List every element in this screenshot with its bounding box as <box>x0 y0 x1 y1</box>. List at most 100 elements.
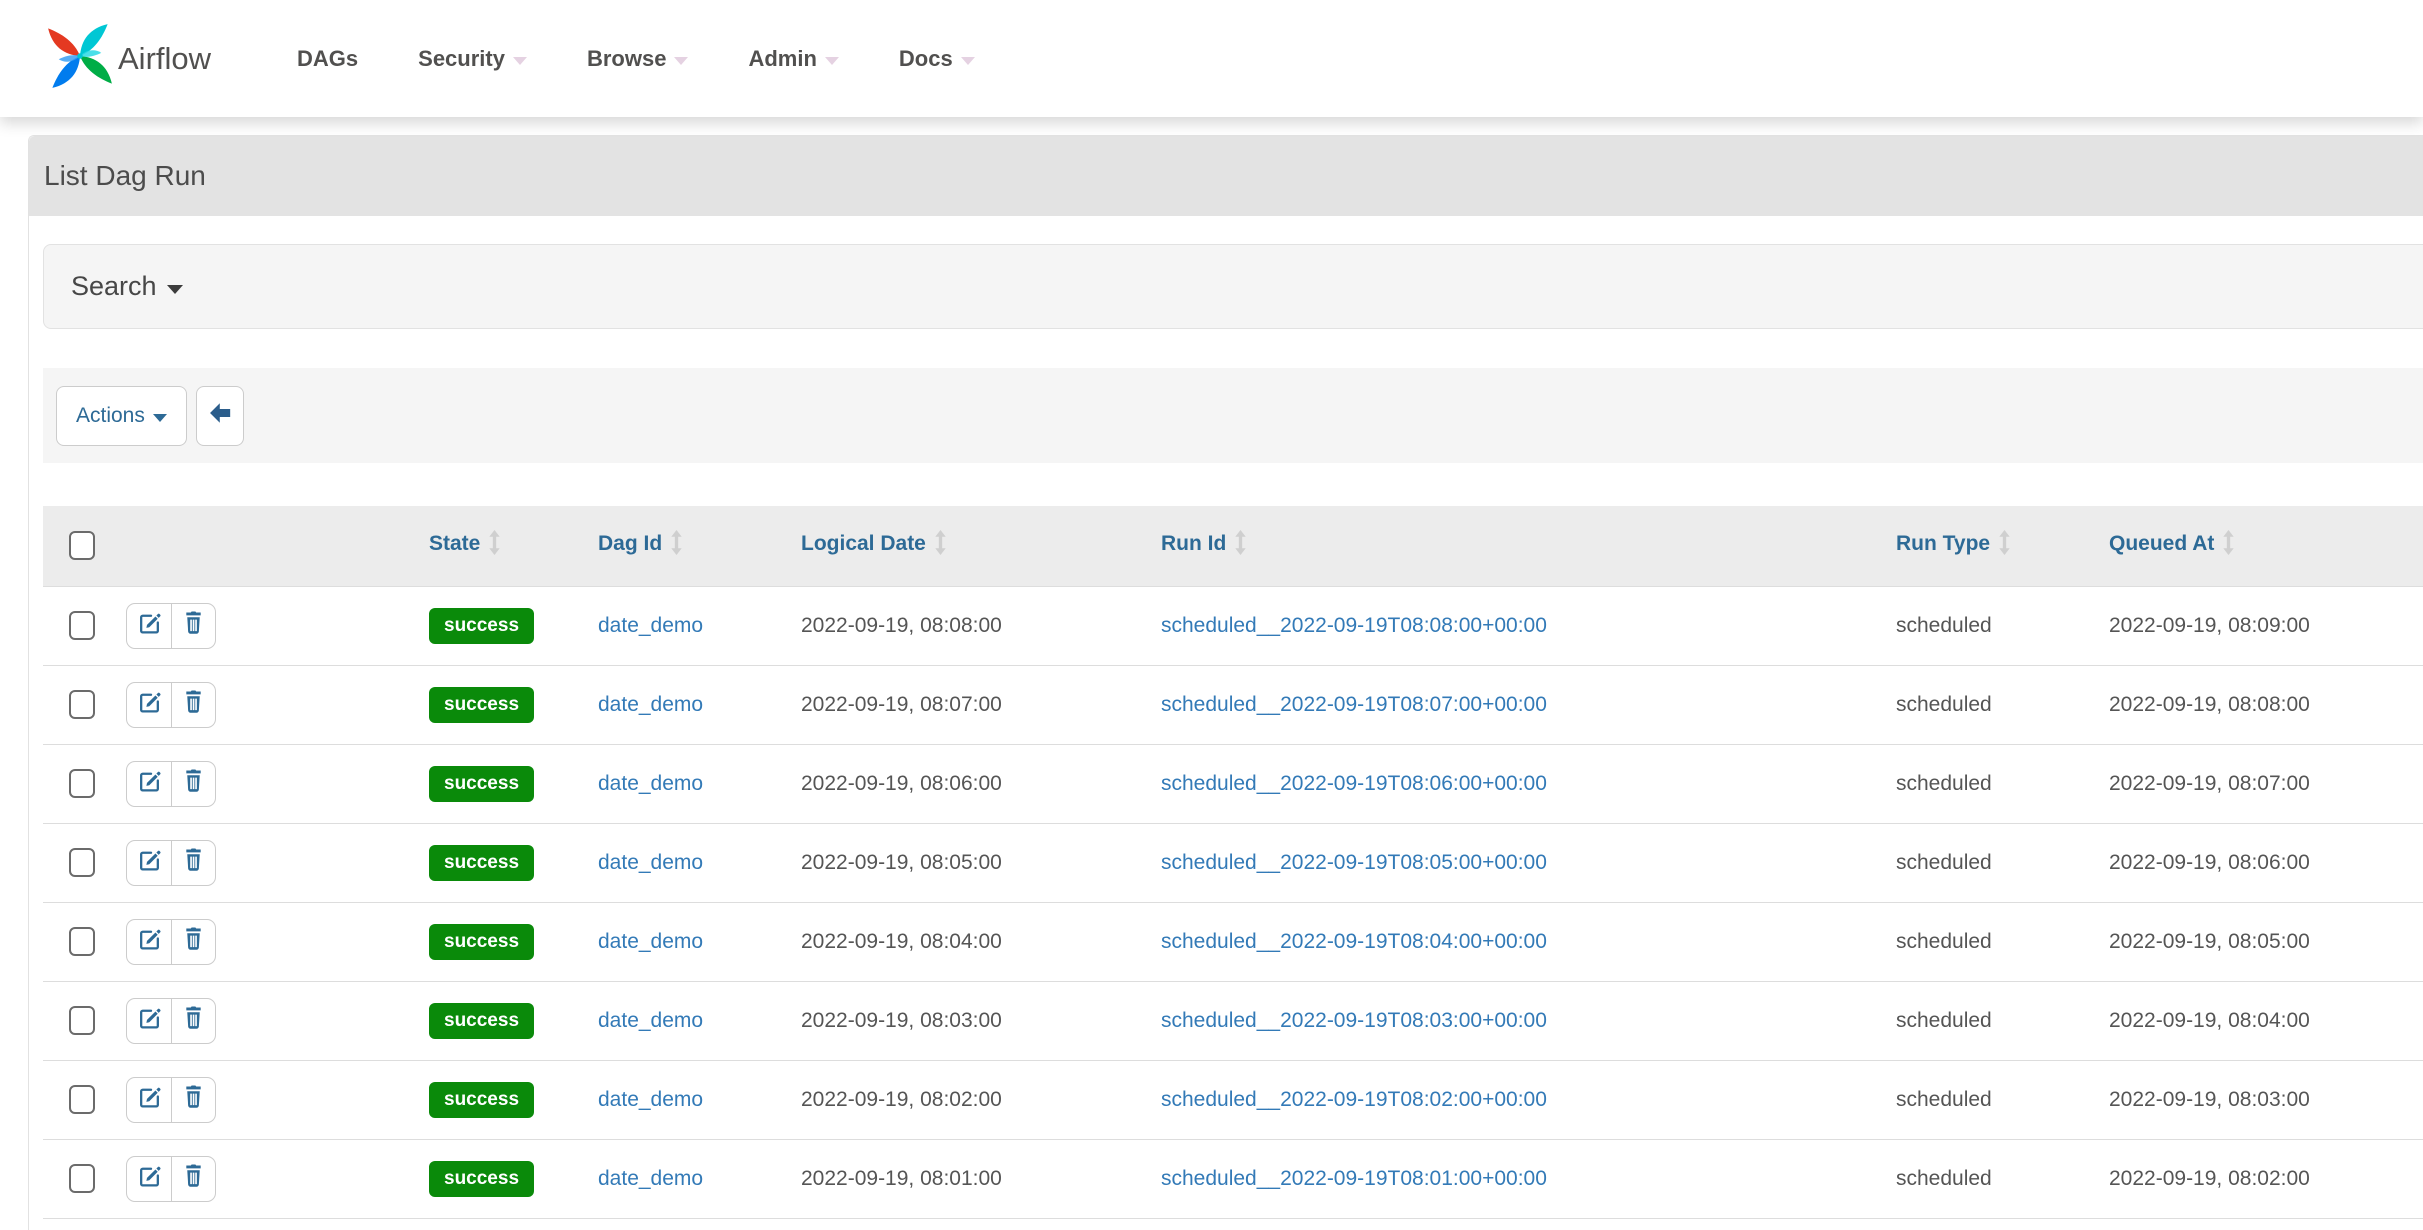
dag-id-link[interactable]: date_demo <box>598 693 703 716</box>
edit-button[interactable] <box>127 999 171 1043</box>
nav-item-security[interactable]: Security <box>388 0 557 117</box>
dag-id-link[interactable]: date_demo <box>598 772 703 795</box>
actions-bar: Actions <box>43 368 2423 463</box>
caret-down-icon <box>674 57 688 65</box>
delete-button[interactable] <box>171 920 215 964</box>
logical-date-value: 2022-09-19, 08:02:00 <box>801 1088 1002 1111</box>
delete-button[interactable] <box>171 762 215 806</box>
delete-button[interactable] <box>171 683 215 727</box>
run-id-link[interactable]: scheduled__2022-09-19T08:04:00+00:00 <box>1161 930 1547 953</box>
edit-button[interactable] <box>127 841 171 885</box>
delete-button[interactable] <box>171 999 215 1043</box>
logical-date-value: 2022-09-19, 08:04:00 <box>801 930 1002 953</box>
row-checkbox[interactable] <box>69 611 95 640</box>
nav-item-label: Security <box>418 46 505 72</box>
run-type-value: scheduled <box>1896 851 1992 874</box>
row-checkbox[interactable] <box>69 690 95 719</box>
brand-title[interactable]: Airflow <box>118 41 211 77</box>
edit-button[interactable] <box>127 604 171 648</box>
table-header-row: State Dag Id Logical Date Run Id Run Typ… <box>43 506 2423 586</box>
nav-item-browse[interactable]: Browse <box>557 0 718 117</box>
column-header-logical-date: Logical Date <box>801 506 1161 586</box>
state-badge: success <box>429 1161 534 1197</box>
sort-arrows-icon[interactable] <box>934 537 947 560</box>
dag-id-link[interactable]: date_demo <box>598 614 703 637</box>
state-badge: success <box>429 608 534 644</box>
trash-icon <box>182 1084 205 1115</box>
queued-at-value: 2022-09-19, 08:08:00 <box>2109 693 2310 716</box>
edit-button[interactable] <box>127 762 171 806</box>
state-badge: success <box>429 924 534 960</box>
arrow-left-icon <box>207 400 233 432</box>
row-checkbox[interactable] <box>69 1085 95 1114</box>
row-checkbox[interactable] <box>69 769 95 798</box>
run-type-value: scheduled <box>1896 1088 1992 1111</box>
actions-button[interactable]: Actions <box>56 386 187 446</box>
row-checkbox[interactable] <box>69 848 95 877</box>
row-checkbox[interactable] <box>69 927 95 956</box>
state-badge: success <box>429 1082 534 1118</box>
nav-item-dags[interactable]: DAGs <box>267 0 388 117</box>
sort-arrows-icon[interactable] <box>1234 537 1247 560</box>
trash-icon <box>182 768 205 799</box>
column-header-state: State <box>429 506 598 586</box>
panel-body: Search Actions <box>29 216 2423 1219</box>
actions-button-label: Actions <box>76 404 145 428</box>
run-id-link[interactable]: scheduled__2022-09-19T08:03:00+00:00 <box>1161 1009 1547 1032</box>
search-dropdown[interactable]: Search <box>43 244 2423 329</box>
dag-id-link[interactable]: date_demo <box>598 1088 703 1111</box>
dag-id-link[interactable]: date_demo <box>598 851 703 874</box>
caret-down-icon <box>153 414 167 422</box>
run-id-link[interactable]: scheduled__2022-09-19T08:06:00+00:00 <box>1161 772 1547 795</box>
logical-date-value: 2022-09-19, 08:07:00 <box>801 693 1002 716</box>
run-id-link[interactable]: scheduled__2022-09-19T08:07:00+00:00 <box>1161 693 1547 716</box>
back-button[interactable] <box>196 386 244 446</box>
delete-button[interactable] <box>171 1078 215 1122</box>
run-id-link[interactable]: scheduled__2022-09-19T08:05:00+00:00 <box>1161 851 1547 874</box>
run-id-link[interactable]: scheduled__2022-09-19T08:01:00+00:00 <box>1161 1167 1547 1190</box>
sort-arrows-icon[interactable] <box>1998 537 2011 560</box>
nav-menu: DAGs Security Browse Admin Docs <box>267 0 1005 117</box>
column-header-run-id: Run Id <box>1161 506 1896 586</box>
column-header-label[interactable]: Dag Id <box>598 532 662 555</box>
delete-button[interactable] <box>171 604 215 648</box>
column-header-label[interactable]: Run Type <box>1896 532 1990 555</box>
nav-item-docs[interactable]: Docs <box>869 0 1005 117</box>
run-id-link[interactable]: scheduled__2022-09-19T08:08:00+00:00 <box>1161 614 1547 637</box>
edit-button[interactable] <box>127 1157 171 1201</box>
edit-icon <box>137 1005 162 1036</box>
row-actions-group <box>126 682 216 728</box>
edit-button[interactable] <box>127 920 171 964</box>
column-header-label[interactable]: Run Id <box>1161 532 1226 555</box>
queued-at-value: 2022-09-19, 08:05:00 <box>2109 930 2310 953</box>
run-type-value: scheduled <box>1896 772 1992 795</box>
search-label: Search <box>71 271 157 302</box>
run-type-value: scheduled <box>1896 1009 1992 1032</box>
sort-arrows-icon[interactable] <box>670 537 683 560</box>
sort-arrows-icon[interactable] <box>2222 537 2235 560</box>
select-all-checkbox[interactable] <box>69 531 95 560</box>
dag-id-link[interactable]: date_demo <box>598 1009 703 1032</box>
column-header-label[interactable]: Logical Date <box>801 532 926 555</box>
state-badge: success <box>429 687 534 723</box>
run-type-value: scheduled <box>1896 614 1992 637</box>
column-header-label[interactable]: Queued At <box>2109 532 2214 555</box>
table-row: success date_demo 2022-09-19, 08:07:00 s… <box>43 665 2423 744</box>
delete-button[interactable] <box>171 841 215 885</box>
column-header-label[interactable]: State <box>429 532 480 555</box>
sort-arrows-icon[interactable] <box>488 537 501 560</box>
table-row: success date_demo 2022-09-19, 08:08:00 s… <box>43 586 2423 665</box>
nav-item-admin[interactable]: Admin <box>718 0 868 117</box>
logical-date-value: 2022-09-19, 08:03:00 <box>801 1009 1002 1032</box>
edit-button[interactable] <box>127 1078 171 1122</box>
page-title: List Dag Run <box>44 160 206 192</box>
row-checkbox[interactable] <box>69 1006 95 1035</box>
table-row: success date_demo 2022-09-19, 08:05:00 s… <box>43 823 2423 902</box>
airflow-brand[interactable]: Airflow <box>46 22 211 95</box>
delete-button[interactable] <box>171 1157 215 1201</box>
dag-id-link[interactable]: date_demo <box>598 1167 703 1190</box>
run-id-link[interactable]: scheduled__2022-09-19T08:02:00+00:00 <box>1161 1088 1547 1111</box>
edit-button[interactable] <box>127 683 171 727</box>
row-checkbox[interactable] <box>69 1164 95 1193</box>
dag-id-link[interactable]: date_demo <box>598 930 703 953</box>
